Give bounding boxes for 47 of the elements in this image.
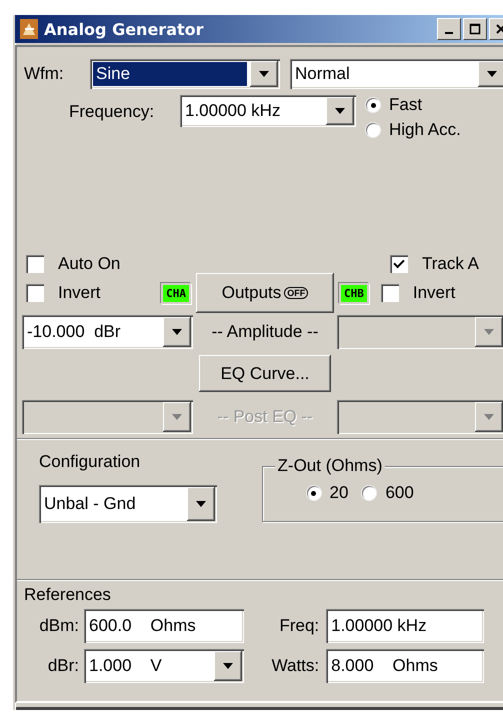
outputs-button[interactable]: Outputs OFF — [196, 273, 334, 313]
dropdown-icon — [335, 108, 345, 114]
reference-field[interactable]: 8.000 Ohms — [326, 649, 484, 683]
invert-checkbox[interactable]: Invert — [26, 283, 101, 303]
configuration-combo[interactable]: Unbal - Gnd — [39, 485, 217, 523]
reference-label: Freq: — [278, 616, 320, 636]
dropdown-icon — [223, 663, 233, 669]
reference-label: dBr: — [46, 656, 79, 676]
references-label: References — [24, 585, 111, 604]
reference-label: dBm: — [38, 616, 79, 636]
amplitude-combo[interactable]: -10.000 dBr — [22, 315, 193, 349]
amplitude-label: -- Amplitude -- — [210, 321, 320, 343]
reference-field[interactable]: 600.0 Ohms — [84, 609, 244, 643]
accuracy-radio[interactable]: High Acc. — [366, 120, 461, 140]
dropdown-icon — [259, 71, 269, 77]
waveform-label: Wfm: — [24, 64, 65, 84]
reference-field[interactable]: 1.00000 kHz — [326, 609, 484, 643]
invert-checkbox[interactable]: Invert — [380, 283, 456, 303]
configuration-label: Configuration — [39, 452, 142, 472]
minimize-button[interactable] — [437, 18, 461, 40]
impedance-radio[interactable]: 600 — [362, 483, 414, 503]
channel-badge: CHB — [339, 282, 369, 304]
dropdown-icon — [196, 501, 206, 507]
z-out-title: Z-Out (Ohms) — [274, 456, 386, 476]
dropdown-icon — [172, 329, 182, 335]
post-eq-label: -- Post EQ -- — [216, 406, 314, 428]
minimize-icon — [445, 32, 453, 34]
impedance-radio[interactable]: 20 — [306, 483, 348, 503]
window-title: Analog Generator — [44, 20, 204, 38]
dropdown-icon — [172, 414, 182, 420]
reference-label: Watts: — [270, 656, 320, 676]
track-a-checkbox[interactable]: Track A — [337, 255, 503, 273]
frequency-label: Frequency: — [69, 102, 156, 122]
frequency-combo[interactable]: 1.00000 kHz — [180, 95, 356, 127]
dropdown-icon — [487, 71, 497, 77]
waveform-combo[interactable]: Sine — [90, 59, 280, 89]
mode-combo[interactable]: Normal — [290, 59, 503, 89]
maximize-button[interactable] — [463, 18, 487, 40]
eq-curve-button[interactable]: EQ Curve... — [199, 355, 331, 392]
accuracy-radio[interactable]: Fast — [366, 95, 461, 115]
channel-badge: CHA — [161, 282, 191, 304]
reference-combo[interactable]: 1.000 V — [84, 649, 244, 683]
dropdown-icon — [484, 329, 494, 335]
maximize-icon — [469, 23, 481, 35]
dropdown-icon — [484, 414, 494, 420]
app-icon — [20, 19, 38, 39]
auto-on-checkbox[interactable]: Auto On — [22, 255, 193, 273]
